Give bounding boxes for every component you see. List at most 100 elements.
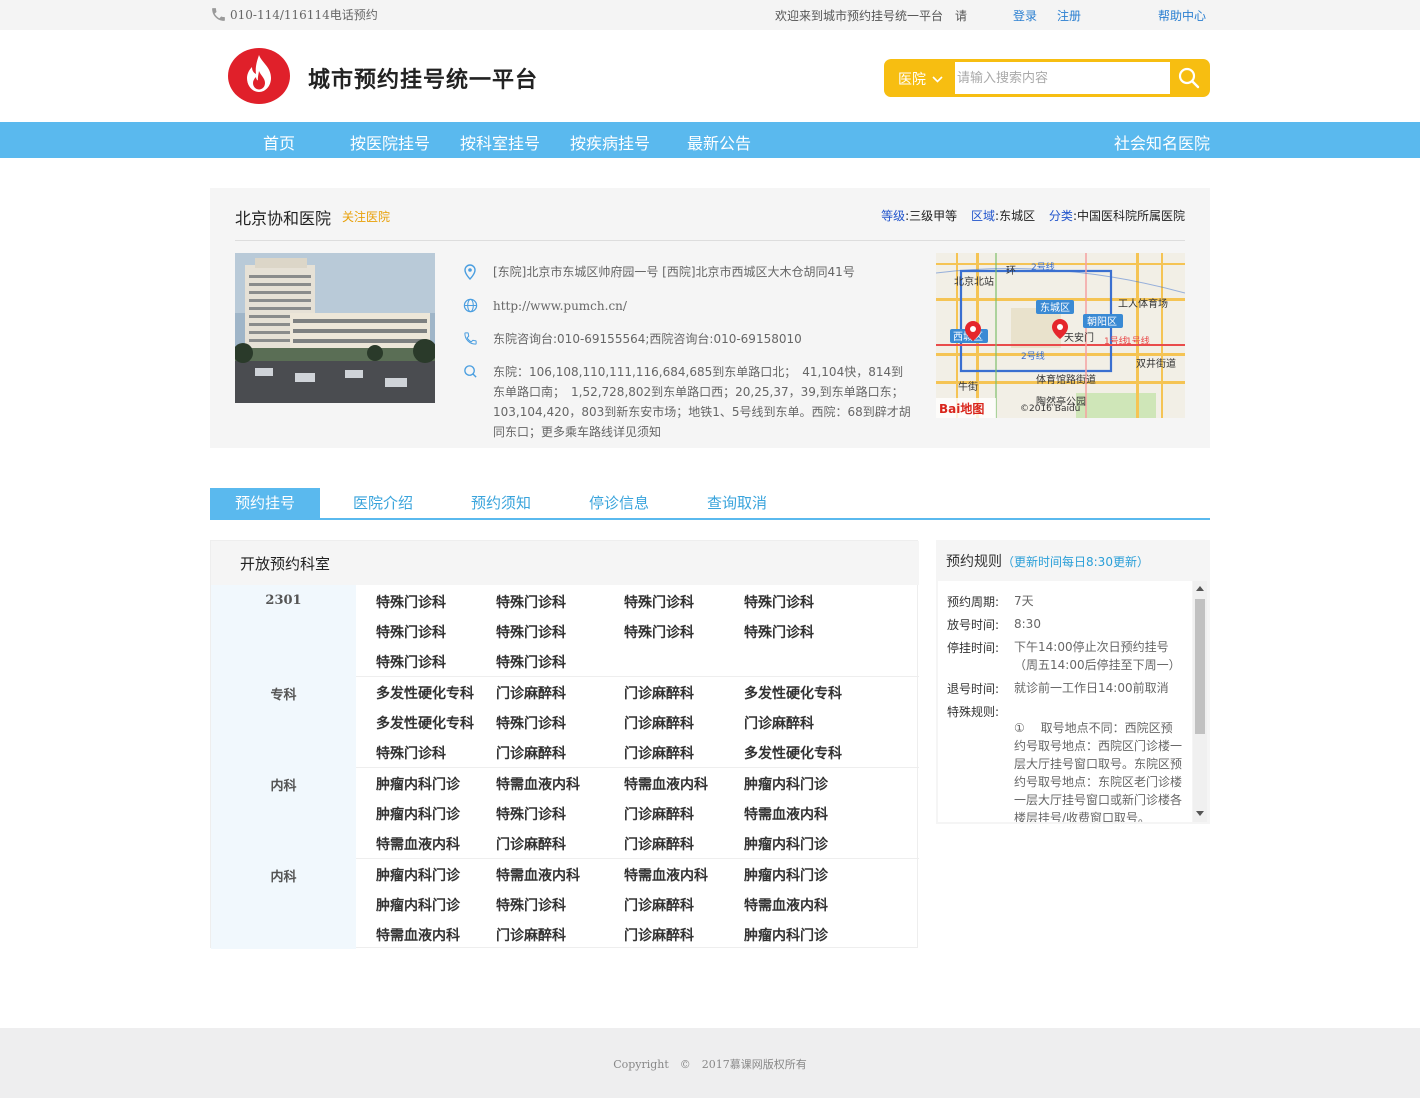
nav-item-famous-hospitals[interactable]: 社会知名医院 <box>1114 130 1210 154</box>
department-item[interactable]: 多发性硬化专科 <box>376 683 474 703</box>
department-item[interactable]: 特殊门诊科 <box>376 743 446 763</box>
search-type-select[interactable]: 医院 <box>898 69 943 89</box>
department-item[interactable]: 门诊麻醉科 <box>624 683 694 703</box>
department-item[interactable]: 特需血液内科 <box>496 865 580 885</box>
location-map[interactable]: 北京北站 工人体育场 天安门 双井街道 牛街 体育馆路街道 陶然亭公园 环 东城… <box>936 253 1185 418</box>
department-item[interactable]: 门诊麻醉科 <box>624 925 694 945</box>
department-item[interactable]: 门诊麻醉科 <box>744 713 814 733</box>
map-label: 工人体育场 <box>1118 297 1168 310</box>
phone-row: 东院咨询台:010-69155564;西院咨询台:010-69158010 <box>463 329 913 352</box>
department-item[interactable]: 门诊麻醉科 <box>624 895 694 915</box>
department-item[interactable]: 特殊门诊科 <box>376 592 446 612</box>
category-label: 分类 <box>1048 209 1073 223</box>
hospital-photo <box>235 253 435 403</box>
map-label: 朝阳区 <box>1087 316 1117 328</box>
department-item[interactable]: 特殊门诊科 <box>744 592 814 612</box>
nav-item-home[interactable]: 首页 <box>263 130 295 154</box>
site-logo[interactable] <box>228 47 290 105</box>
department-item[interactable]: 特殊门诊科 <box>376 652 446 672</box>
department-item[interactable]: 门诊麻醉科 <box>496 683 566 703</box>
department-item[interactable]: 特殊门诊科 <box>624 622 694 642</box>
department-item[interactable]: 特殊门诊科 <box>496 622 566 642</box>
search-icon <box>1178 67 1200 89</box>
help-center-link[interactable]: 帮助中心 <box>1158 7 1206 24</box>
department-item[interactable]: 门诊麻醉科 <box>624 834 694 854</box>
department-item[interactable]: 特殊门诊科 <box>496 592 566 612</box>
department-item[interactable]: 多发性硬化专科 <box>376 713 474 733</box>
website-link[interactable]: http://www.pumch.cn/ <box>493 296 627 319</box>
booking-rules-panel: 预约规则（更新时间每日8:30更新） 预约周期: 7天 放号时间: 8:30 停… <box>936 540 1210 824</box>
department-item[interactable]: 肿瘤内科门诊 <box>376 774 460 794</box>
phone-icon <box>464 332 477 345</box>
globe-icon <box>463 298 478 313</box>
login-link[interactable]: 登录 <box>1013 7 1037 24</box>
department-item[interactable]: 肿瘤内科门诊 <box>744 774 828 794</box>
hospital-tabs: 预约挂号 医院介绍 预约须知 停诊信息 查询取消 <box>210 488 1210 520</box>
department-item[interactable]: 特需血液内科 <box>624 865 708 885</box>
tab-hospital-intro[interactable]: 医院介绍 <box>328 488 438 518</box>
department-item[interactable]: 特需血液内科 <box>376 925 460 945</box>
department-item[interactable]: 特需血液内科 <box>744 895 828 915</box>
map-label: 1号线 <box>1104 335 1128 347</box>
department-item[interactable]: 特殊门诊科 <box>744 622 814 642</box>
row-divider <box>356 767 919 768</box>
department-item[interactable]: 门诊麻醉科 <box>496 925 566 945</box>
rule-value: 下午14:00停止次日预约挂号 （周五14:00后停挂至下周一） <box>1014 640 1181 672</box>
site-title: 城市预约挂号统一平台 <box>308 68 539 93</box>
department-item[interactable]: 肿瘤内科门诊 <box>744 865 828 885</box>
register-link[interactable]: 注册 <box>1057 7 1081 24</box>
department-item[interactable]: 肿瘤内科门诊 <box>376 804 460 824</box>
nav-item-announcements[interactable]: 最新公告 <box>687 130 751 154</box>
department-item[interactable]: 门诊麻醉科 <box>624 743 694 763</box>
search-button[interactable] <box>1177 66 1201 90</box>
department-item[interactable]: 特殊门诊科 <box>496 652 566 672</box>
department-item[interactable]: 特需血液内科 <box>496 774 580 794</box>
department-panel: 开放预约科室 2301 特殊门诊科 特殊门诊科 特殊门诊科 特殊门诊科 特殊门诊科 特殊门诊… <box>210 540 919 949</box>
department-item[interactable]: 肿瘤内科门诊 <box>376 865 460 885</box>
department-item[interactable]: 特需血液内科 <box>624 774 708 794</box>
department-category: 内科 <box>211 858 356 949</box>
department-item[interactable]: 门诊麻醉科 <box>624 713 694 733</box>
location-pin-icon <box>464 264 476 280</box>
department-item[interactable]: 特需血液内科 <box>376 834 460 854</box>
rule-label: 预约周期: <box>947 595 1000 609</box>
department-item[interactable]: 多发性硬化专科 <box>744 743 842 763</box>
nav-item-by-department[interactable]: 按科室挂号 <box>460 130 540 154</box>
department-item[interactable]: 特殊门诊科 <box>496 713 566 733</box>
tab-booking-notice[interactable]: 预约须知 <box>446 488 556 518</box>
special-rule-text: ① 取号地点不同：西院区预约号取号地点：西院区门诊楼一层大厅挂号窗口取号。东院区… <box>1014 721 1183 822</box>
department-item[interactable]: 特殊门诊科 <box>624 592 694 612</box>
department-item[interactable]: 肿瘤内科门诊 <box>744 834 828 854</box>
scrollbar-thumb[interactable] <box>1195 599 1205 734</box>
department-item[interactable]: 肿瘤内科门诊 <box>376 895 460 915</box>
rules-scrollbar[interactable] <box>1193 581 1207 822</box>
rule-label: 放号时间: <box>947 618 1000 632</box>
level-value: 三级甲等 <box>909 209 958 223</box>
nav-item-by-disease[interactable]: 按疾病挂号 <box>570 130 650 154</box>
search-input[interactable] <box>955 62 1170 94</box>
tab-query-cancel[interactable]: 查询取消 <box>682 488 792 518</box>
department-item[interactable]: 门诊麻醉科 <box>496 834 566 854</box>
tab-suspension-info[interactable]: 停诊信息 <box>564 488 674 518</box>
nav-item-by-hospital[interactable]: 按医院挂号 <box>350 130 430 154</box>
department-item[interactable]: 门诊麻醉科 <box>496 743 566 763</box>
tab-booking[interactable]: 预约挂号 <box>210 488 320 518</box>
transport-text: 东院：106,108,110,111,116,684,685到东单路口北； 41… <box>493 365 911 439</box>
department-item[interactable]: 特殊门诊科 <box>376 622 446 642</box>
map-label: 体育馆路街道 <box>1036 373 1096 386</box>
department-item[interactable]: 特需血液内科 <box>744 804 828 824</box>
search-type-label: 医院 <box>898 72 926 88</box>
department-category-label: 专科 <box>270 688 297 703</box>
main-nav: 首页 按医院挂号 按科室挂号 按疾病挂号 最新公告 社会知名医院 <box>0 122 1420 158</box>
department-item[interactable]: 门诊麻醉科 <box>624 804 694 824</box>
department-item[interactable]: 特殊门诊科 <box>496 895 566 915</box>
department-item[interactable]: 多发性硬化专科 <box>744 683 842 703</box>
rule-value: 8:30 <box>1014 617 1041 631</box>
department-item[interactable]: 肿瘤内科门诊 <box>744 925 828 945</box>
department-item[interactable]: 特殊门诊科 <box>496 804 566 824</box>
follow-hospital-link[interactable]: 关注医院 <box>342 208 390 225</box>
rules-content[interactable]: 预约周期: 7天 放号时间: 8:30 停挂时间: 下午14:00停止次日预约挂… <box>938 581 1192 822</box>
phone-text: 010-114/116114电话预约 <box>230 8 378 22</box>
hospital-details: [东院]北京市东城区帅府园一号 [西院]北京市西城区大木仓胡同41号 http:… <box>463 262 913 452</box>
map-label: 2号线 <box>1021 350 1045 362</box>
